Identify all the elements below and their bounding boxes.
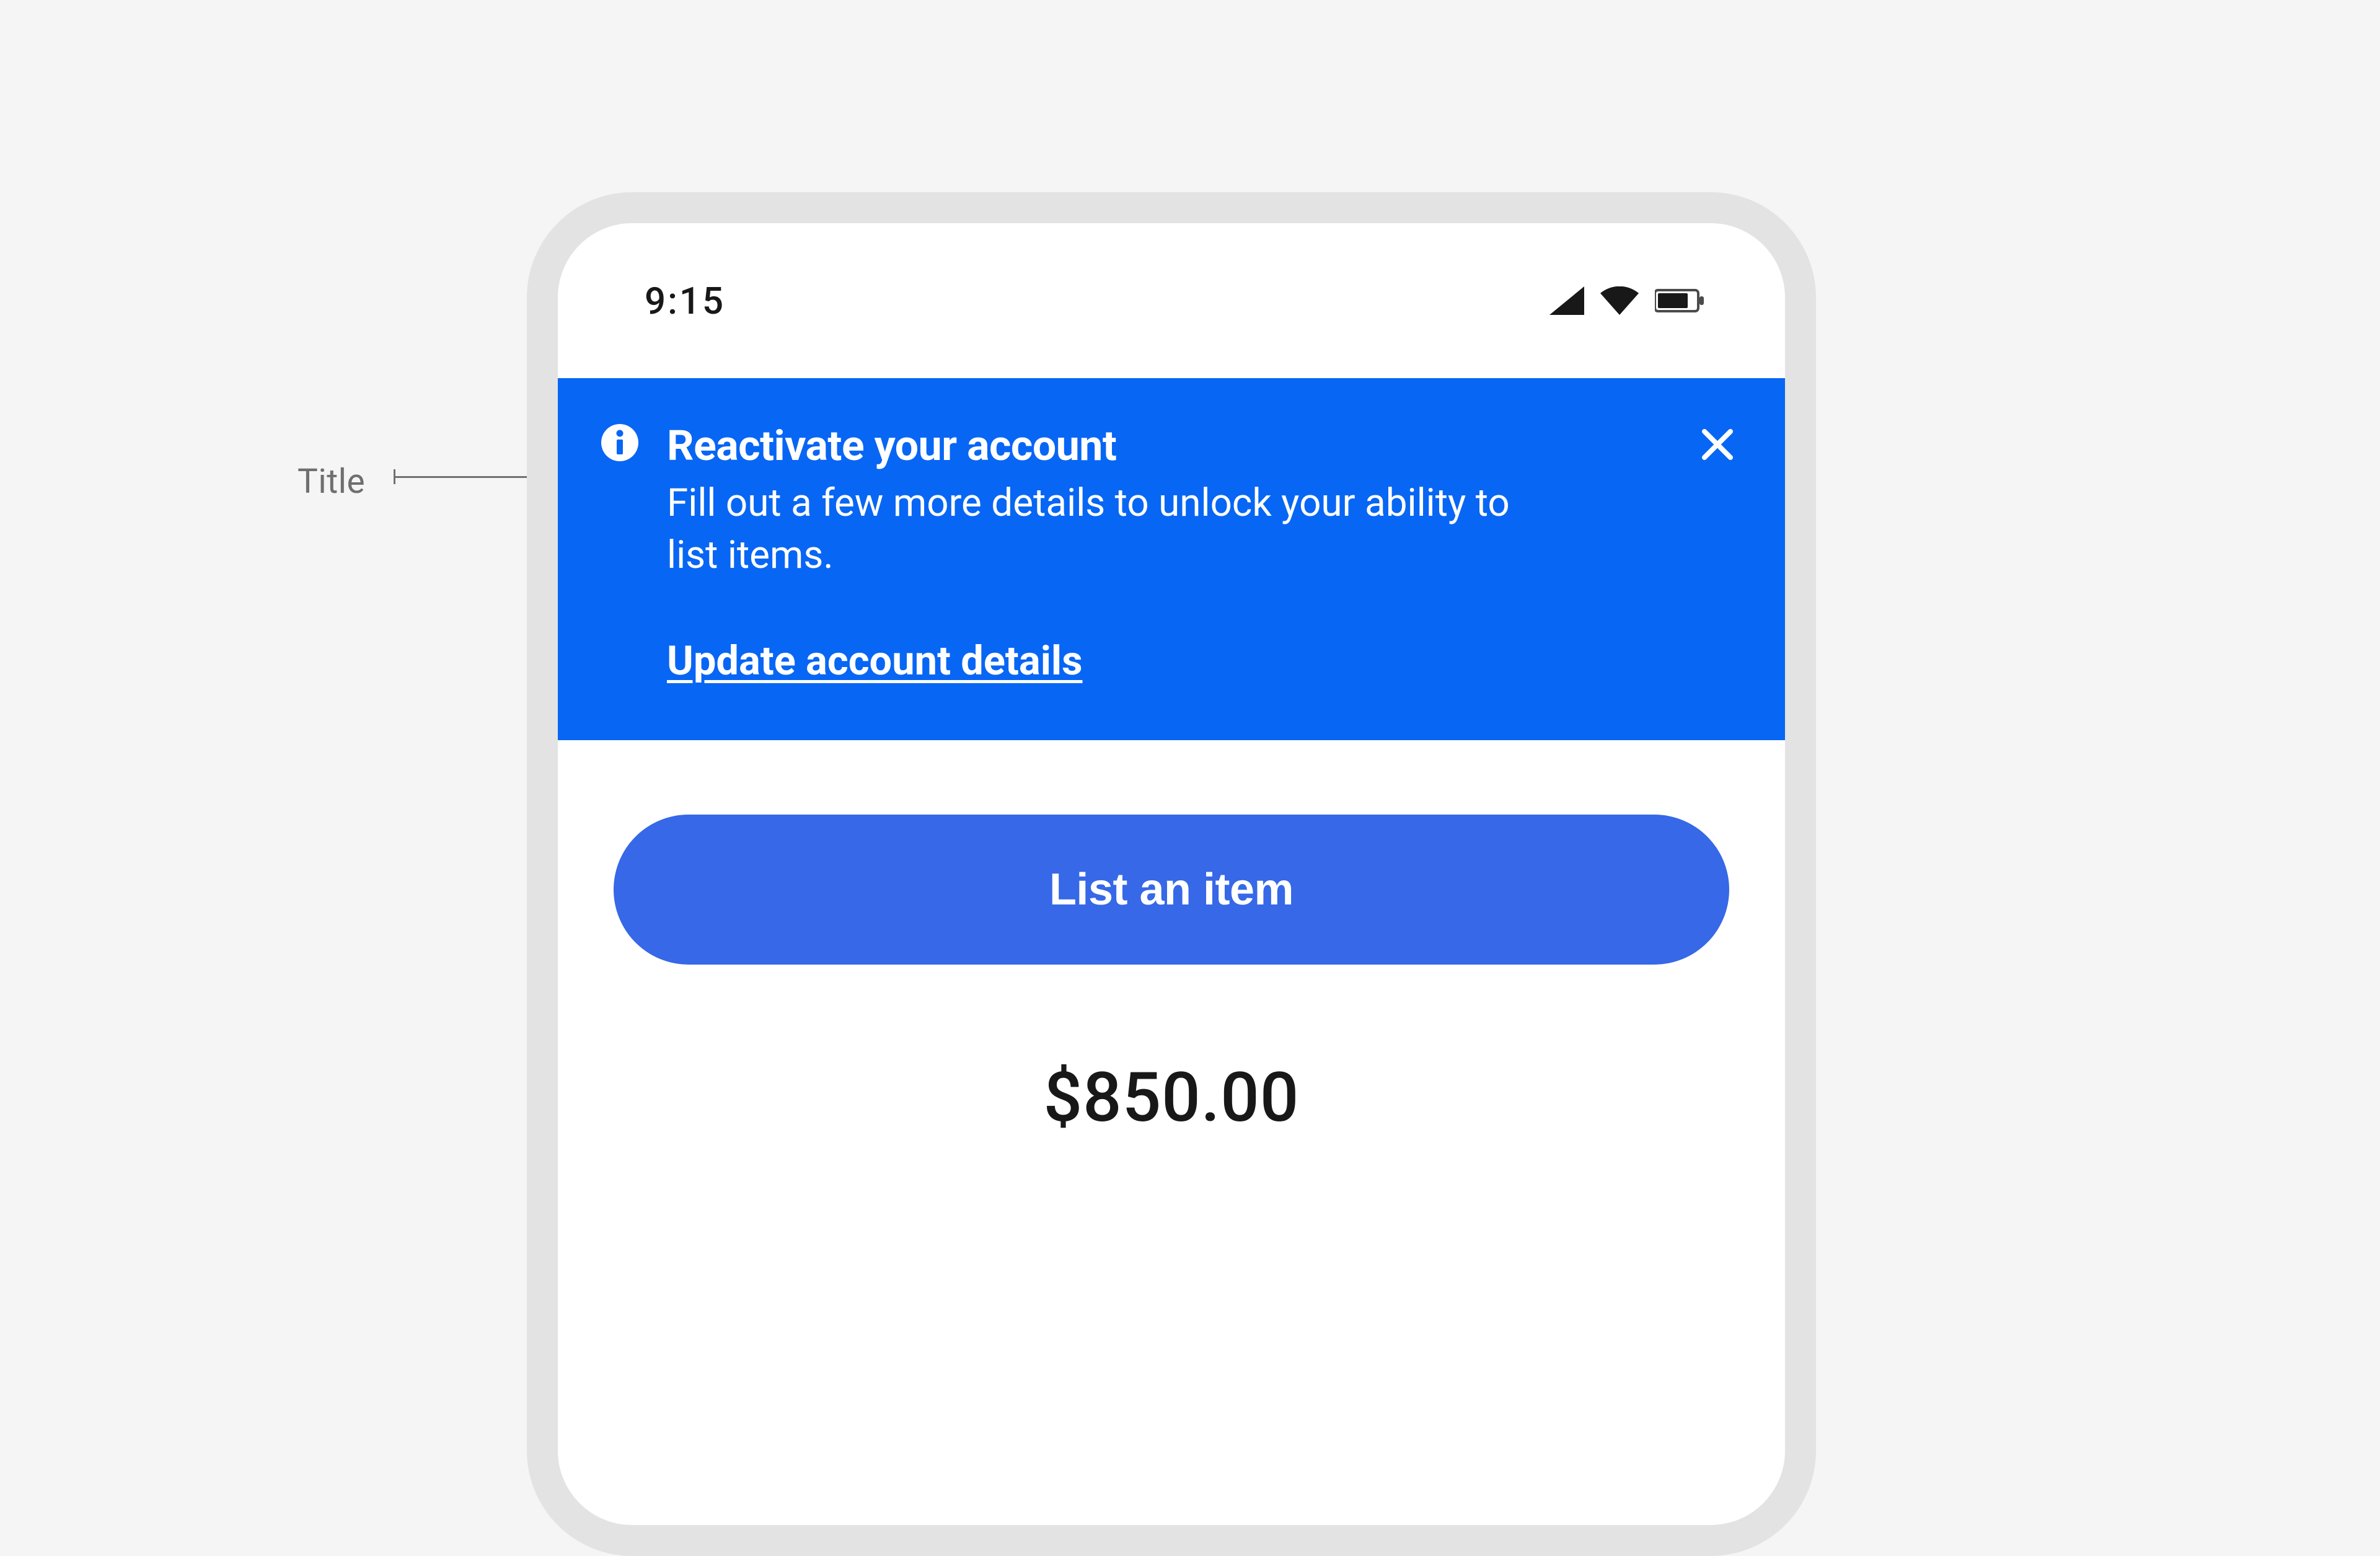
status-bar: 9:15 <box>558 223 1785 378</box>
battery-icon <box>1655 288 1704 313</box>
wifi-icon <box>1600 286 1639 315</box>
annotation-tick-left <box>394 469 395 484</box>
cellular-icon <box>1549 286 1584 315</box>
status-icons <box>1549 286 1704 315</box>
main-content: List an item $850.00 <box>558 740 1785 1138</box>
device-frame: 9:15 <box>527 192 1816 1556</box>
close-icon[interactable] <box>1699 427 1735 465</box>
status-time: 9:15 <box>645 279 725 323</box>
annotation-title-label: Title <box>298 462 365 502</box>
info-icon <box>601 424 638 464</box>
banner-body: Reactivate your account Fill out a few m… <box>667 422 1742 684</box>
update-account-link[interactable]: Update account details <box>667 637 1083 684</box>
list-item-button[interactable]: List an item <box>614 815 1729 965</box>
reactivate-banner: Reactivate your account Fill out a few m… <box>558 378 1785 740</box>
banner-description: Fill out a few more details to unlock yo… <box>667 477 1535 581</box>
amount-value: $850.00 <box>614 1058 1729 1138</box>
banner-title: Reactivate your account <box>667 422 1742 470</box>
